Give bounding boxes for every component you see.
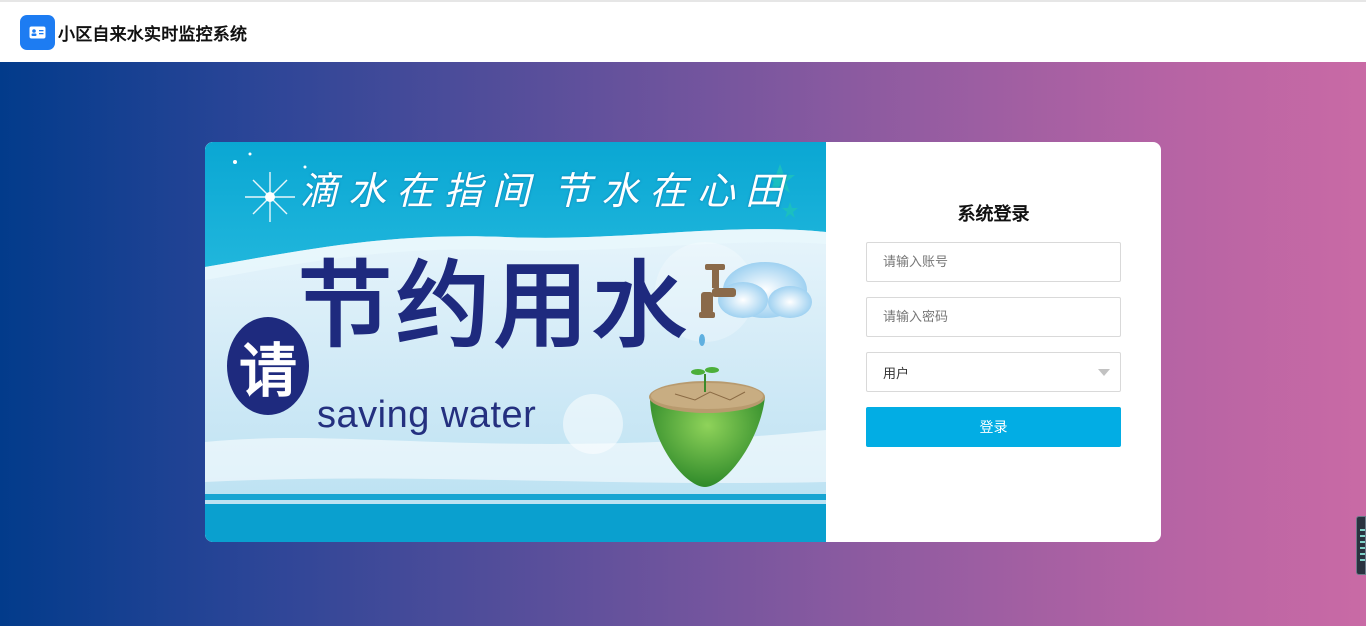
- role-select[interactable]: 用户: [866, 352, 1121, 392]
- water-saving-banner: 滴水在指间 节水在心田 节约用水 请 saving water: [205, 142, 826, 542]
- password-input[interactable]: [866, 297, 1121, 337]
- banner-please-badge: 请: [227, 317, 309, 415]
- app-logo-icon: [20, 14, 55, 50]
- role-select-value: 用户: [883, 366, 910, 382]
- account-input[interactable]: [866, 242, 1121, 282]
- banner-headline: 节约用水: [298, 252, 691, 361]
- login-title: 系统登录: [957, 204, 1030, 225]
- slogan-left: 滴水在指间: [300, 169, 541, 213]
- slogan-right: 节水在心田: [553, 169, 794, 213]
- chevron-down-icon: [1098, 369, 1110, 376]
- banner-english: saving water: [317, 394, 537, 436]
- login-button[interactable]: 登录: [866, 407, 1121, 447]
- login-form: 系统登录 用户 登录: [826, 142, 1161, 542]
- login-card: 滴水在指间 节水在心田 节约用水 请 saving water 系统登录 用户 …: [205, 142, 1161, 542]
- app-title: 小区自来水实时监控系统: [58, 24, 248, 45]
- floating-side-widget[interactable]: [1356, 516, 1366, 575]
- app-header: 小区自来水实时监控系统: [0, 2, 1366, 62]
